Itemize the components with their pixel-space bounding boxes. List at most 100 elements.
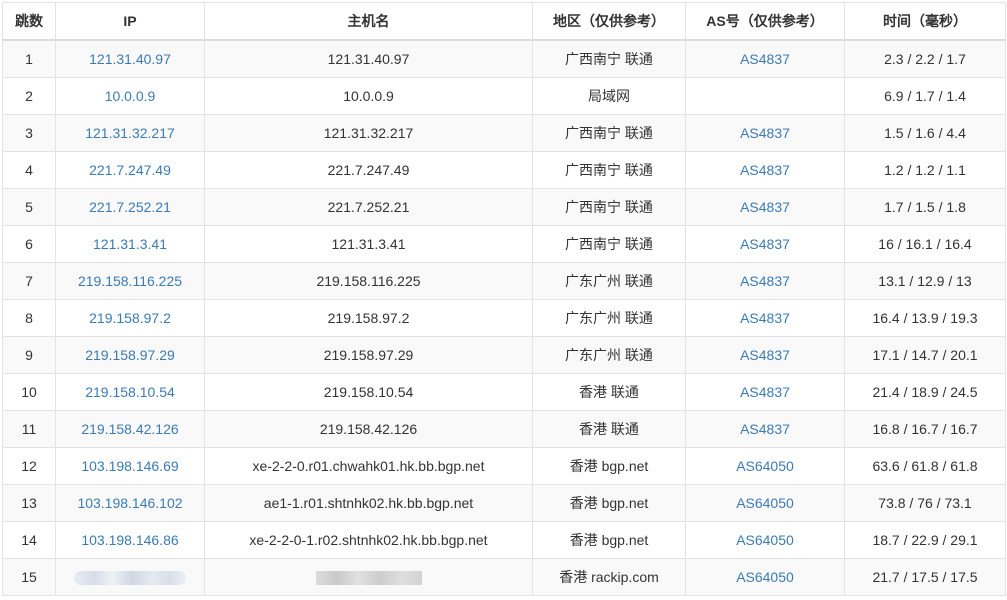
hostname-cell: 121.31.32.217 [204, 114, 533, 152]
asn-cell: AS4837 [685, 299, 845, 337]
asn-cell: AS64050 [685, 447, 845, 485]
ip-cell: 219.158.97.29 [55, 336, 205, 374]
time-cell: 13.1 / 12.9 / 13 [844, 262, 1006, 300]
hostname-cell: 221.7.247.49 [204, 151, 533, 189]
hostname-cell: 221.7.252.21 [204, 188, 533, 226]
hop-cell: 2 [2, 77, 56, 115]
asn-cell: AS4837 [685, 262, 845, 300]
table-row: 10 219.158.10.54 219.158.10.54 香港 联通 AS4837 2… [2, 373, 1006, 411]
ip-cell: 219.158.116.225 [55, 262, 205, 300]
hostname-cell: xe-2-2-0-1.r02.shtnhk02.hk.bb.bgp.net [204, 521, 533, 559]
asn-link[interactable]: AS4837 [740, 199, 790, 215]
time-cell: 1.2 / 1.2 / 1.1 [844, 151, 1006, 189]
hop-cell: 4 [2, 151, 56, 189]
asn-link[interactable]: AS4837 [740, 51, 790, 67]
asn-link[interactable]: AS64050 [736, 495, 794, 511]
table-row: 2 10.0.0.9 10.0.0.9 局域网 6.9 / 1.7 / 1.4 [2, 77, 1006, 115]
table-row: 13 103.198.146.102 ae1-1.r01.shtnhk02.hk.b… [2, 484, 1006, 522]
hop-cell: 3 [2, 114, 56, 152]
hop-cell: 6 [2, 225, 56, 263]
asn-link[interactable]: AS4837 [740, 384, 790, 400]
table-row: 4 221.7.247.49 221.7.247.49 广西南宁 联通 AS4837 1.… [2, 151, 1006, 189]
table-body: 1 121.31.40.97 121.31.40.97 广西南宁 联通 AS4837 2.… [2, 39, 1006, 596]
ip-link[interactable]: 219.158.97.2 [89, 310, 171, 326]
ip-link[interactable]: 221.7.252.21 [89, 199, 171, 215]
asn-link[interactable]: AS4837 [740, 421, 790, 437]
time-cell: 73.8 / 76 / 73.1 [844, 484, 1006, 522]
ip-link[interactable]: 103.198.146.86 [81, 532, 178, 548]
region-cell: 广西南宁 联通 [532, 225, 686, 263]
time-cell: 18.7 / 22.9 / 29.1 [844, 521, 1006, 559]
ip-link[interactable]: 121.31.40.97 [89, 51, 171, 67]
asn-cell [685, 77, 845, 115]
asn-link[interactable]: AS4837 [740, 310, 790, 326]
region-cell: 广西南宁 联通 [532, 151, 686, 189]
ip-link[interactable]: 219.158.97.29 [85, 347, 175, 363]
table-row: 5 221.7.252.21 221.7.252.21 广西南宁 联通 AS4837 1.… [2, 188, 1006, 226]
region-cell: 香港 联通 [532, 410, 686, 448]
asn-cell: AS4837 [685, 336, 845, 374]
region-cell: 广西南宁 联通 [532, 114, 686, 152]
asn-link[interactable]: AS64050 [736, 532, 794, 548]
hostname-cell: 219.158.97.2 [204, 299, 533, 337]
hop-cell: 11 [2, 410, 56, 448]
hostname-cell: ae1-1.r01.shtnhk02.hk.bb.bgp.net [204, 484, 533, 522]
asn-cell: AS64050 [685, 521, 845, 559]
header-hop: 跳数 [2, 2, 56, 41]
asn-cell: AS4837 [685, 39, 845, 78]
header-region: 地区（仅供参考） [532, 2, 686, 41]
region-cell: 香港 联通 [532, 373, 686, 411]
asn-cell: AS4837 [685, 114, 845, 152]
hop-cell: 12 [2, 447, 56, 485]
asn-cell: AS64050 [685, 484, 845, 522]
region-cell: 广西南宁 联通 [532, 188, 686, 226]
hop-cell: 7 [2, 262, 56, 300]
header-time: 时间（毫秒） [844, 2, 1006, 41]
asn-link[interactable]: AS64050 [736, 569, 794, 585]
ip-link[interactable]: 219.158.10.54 [85, 384, 175, 400]
ip-link[interactable]: 103.198.146.69 [81, 458, 178, 474]
asn-link[interactable]: AS4837 [740, 236, 790, 252]
hop-cell: 10 [2, 373, 56, 411]
ip-cell: 219.158.10.54 [55, 373, 205, 411]
table-row: 14 103.198.146.86 xe-2-2-0-1.r02.shtnhk02.… [2, 521, 1006, 559]
table-row: 7 219.158.116.225 219.158.116.225 广东广州 联通 AS… [2, 262, 1006, 300]
time-cell: 21.7 / 17.5 / 17.5 [844, 558, 1006, 596]
asn-link[interactable]: AS64050 [736, 458, 794, 474]
asn-link[interactable]: AS4837 [740, 125, 790, 141]
header-asn: AS号（仅供参考） [685, 2, 845, 41]
asn-cell: AS4837 [685, 151, 845, 189]
ip-cell: 221.7.247.49 [55, 151, 205, 189]
table-row: 11 219.158.42.126 219.158.42.126 香港 联通 AS483… [2, 410, 1006, 448]
time-cell: 17.1 / 14.7 / 20.1 [844, 336, 1006, 374]
time-cell: 21.4 / 18.9 / 24.5 [844, 373, 1006, 411]
region-cell: 香港 rackip.com [532, 558, 686, 596]
time-cell: 16.8 / 16.7 / 16.7 [844, 410, 1006, 448]
ip-cell: 219.158.97.2 [55, 299, 205, 337]
asn-cell: AS4837 [685, 188, 845, 226]
hop-cell: 5 [2, 188, 56, 226]
asn-link[interactable]: AS4837 [740, 347, 790, 363]
table-row: 3 121.31.32.217 121.31.32.217 广西南宁 联通 AS4837… [2, 114, 1006, 152]
asn-cell: AS4837 [685, 410, 845, 448]
hop-cell: 1 [2, 39, 56, 78]
ip-link[interactable]: 221.7.247.49 [89, 162, 171, 178]
ip-link[interactable]: 103.198.146.102 [77, 495, 182, 511]
ip-cell: 121.31.3.41 [55, 225, 205, 263]
region-cell: 香港 bgp.net [532, 521, 686, 559]
hop-cell: 15 [2, 558, 56, 596]
ip-link[interactable]: 121.31.32.217 [85, 125, 175, 141]
asn-link[interactable]: AS4837 [740, 273, 790, 289]
time-cell: 6.9 / 1.7 / 1.4 [844, 77, 1006, 115]
hostname-cell: 219.158.10.54 [204, 373, 533, 411]
table-header-row: 跳数 IP 主机名 地区（仅供参考） AS号（仅供参考） 时间（毫秒） [2, 2, 1006, 41]
asn-link[interactable]: AS4837 [740, 162, 790, 178]
ip-link[interactable]: 219.158.116.225 [78, 273, 182, 289]
hop-cell: 14 [2, 521, 56, 559]
ip-link[interactable]: 121.31.3.41 [93, 236, 167, 252]
asn-cell: AS64050 [685, 558, 845, 596]
hostname-cell [204, 558, 533, 596]
ip-link[interactable]: 219.158.42.126 [81, 421, 178, 437]
ip-link[interactable]: 10.0.0.9 [105, 88, 156, 104]
ip-cell: 121.31.32.217 [55, 114, 205, 152]
